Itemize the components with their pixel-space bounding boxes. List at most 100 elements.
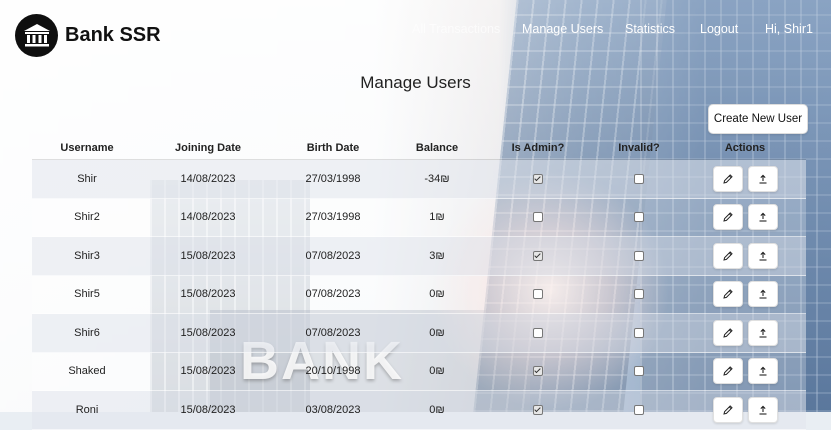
cell-username: Shir6	[74, 326, 100, 339]
is-admin-checkbox[interactable]	[533, 250, 543, 261]
cell-actions	[684, 165, 806, 192]
edit-user-button[interactable]	[712, 281, 743, 308]
cell-username: Shir3	[74, 249, 100, 262]
pencil-icon	[722, 173, 734, 185]
cell-invalid	[594, 211, 684, 223]
invalid-checkbox[interactable]	[634, 250, 644, 261]
upload-icon	[757, 211, 769, 223]
upload-icon	[757, 327, 769, 339]
cell-joining-date: 14/08/2023	[180, 211, 236, 224]
is-admin-checkbox[interactable]	[533, 366, 543, 377]
create-new-user-button[interactable]: Create New User	[708, 104, 808, 134]
cell-is-admin	[482, 288, 594, 300]
cell-joining-date: 15/08/2023	[180, 326, 236, 339]
cell-birth-date: 27/03/1998	[305, 172, 361, 185]
invalid-checkbox[interactable]	[634, 212, 644, 223]
bank-icon	[23, 23, 50, 46]
invalid-checkbox[interactable]	[634, 289, 644, 300]
table-header: Username Joining Date Birth Date Balance…	[32, 137, 806, 160]
nav-all-transactions[interactable]: All Transactions	[412, 22, 500, 36]
edit-user-button[interactable]	[712, 165, 743, 192]
upload-icon	[757, 288, 769, 300]
upload-user-button[interactable]	[747, 281, 778, 308]
cell-actions	[684, 281, 806, 308]
table-body: Shir 14/08/2023 27/03/1998 -34₪ Shir2 14/08/2…	[32, 160, 806, 430]
column-header-joining-date: Joining Date	[174, 142, 241, 154]
is-admin-checkbox[interactable]	[533, 173, 543, 184]
cell-is-admin	[482, 211, 594, 223]
cell-is-admin	[482, 365, 594, 377]
upload-user-button[interactable]	[747, 204, 778, 231]
nav-manage-users[interactable]: Manage Users	[522, 22, 603, 36]
column-header-invalid: Invalid?	[618, 142, 660, 154]
is-admin-checkbox[interactable]	[533, 212, 543, 223]
column-header-balance: Balance	[415, 142, 459, 154]
is-admin-checkbox[interactable]	[533, 327, 543, 338]
cell-balance: 1₪	[429, 211, 445, 224]
page-title: Manage Users	[360, 73, 471, 92]
cell-username: Shir5	[74, 288, 100, 301]
nav-statistics[interactable]: Statistics	[625, 22, 675, 36]
users-table: Username Joining Date Birth Date Balance…	[32, 137, 806, 430]
cell-balance: 0₪	[429, 365, 445, 378]
app-name[interactable]: Bank SSR	[65, 24, 161, 47]
cell-invalid	[594, 173, 684, 185]
cell-invalid	[594, 327, 684, 339]
cell-joining-date: 15/08/2023	[180, 403, 236, 416]
invalid-checkbox[interactable]	[634, 404, 644, 415]
column-header-birth-date: Birth Date	[306, 142, 360, 154]
pencil-icon	[722, 327, 734, 339]
pencil-icon	[722, 211, 734, 223]
edit-user-button[interactable]	[712, 358, 743, 385]
invalid-checkbox[interactable]	[634, 173, 644, 184]
upload-user-button[interactable]	[747, 396, 778, 423]
invalid-checkbox[interactable]	[634, 366, 644, 377]
pencil-icon	[722, 250, 734, 262]
pencil-icon	[722, 288, 734, 300]
cell-joining-date: 15/08/2023	[180, 365, 236, 378]
edit-user-button[interactable]	[712, 242, 743, 269]
cell-birth-date: 03/08/2023	[305, 403, 361, 416]
bank-logo[interactable]	[15, 14, 58, 57]
upload-user-button[interactable]	[747, 358, 778, 385]
table-row: Shir5 15/08/2023 07/08/2023 0₪	[32, 275, 806, 314]
cell-invalid	[594, 250, 684, 262]
table-row: Shir2 14/08/2023 27/03/1998 1₪	[32, 198, 806, 237]
cell-balance: -34₪	[424, 172, 450, 185]
edit-user-button[interactable]	[712, 319, 743, 346]
edit-user-button[interactable]	[712, 204, 743, 231]
cell-username: Shir2	[74, 211, 100, 224]
cell-is-admin	[482, 173, 594, 185]
cell-birth-date: 07/08/2023	[305, 326, 361, 339]
cell-username: Shir	[77, 172, 97, 185]
edit-user-button[interactable]	[712, 396, 743, 423]
cell-balance: 0₪	[429, 403, 445, 416]
upload-user-button[interactable]	[747, 242, 778, 269]
cell-actions	[684, 204, 806, 231]
upload-icon	[757, 365, 769, 377]
upload-icon	[757, 250, 769, 262]
upload-user-button[interactable]	[747, 165, 778, 192]
cell-is-admin	[482, 250, 594, 262]
invalid-checkbox[interactable]	[634, 327, 644, 338]
pencil-icon	[722, 404, 734, 416]
pencil-icon	[722, 365, 734, 377]
upload-icon	[757, 173, 769, 185]
cell-is-admin	[482, 404, 594, 416]
cell-is-admin	[482, 327, 594, 339]
table-row: Shaked 15/08/2023 20/10/1998 0₪	[32, 352, 806, 391]
upload-user-button[interactable]	[747, 319, 778, 346]
is-admin-checkbox[interactable]	[533, 404, 543, 415]
cell-birth-date: 27/03/1998	[305, 211, 361, 224]
nav-logout[interactable]: Logout	[700, 22, 738, 36]
cell-birth-date: 07/08/2023	[305, 288, 361, 301]
table-row: Roni 15/08/2023 03/08/2023 0₪	[32, 391, 806, 430]
cell-invalid	[594, 288, 684, 300]
cell-joining-date: 14/08/2023	[180, 172, 236, 185]
cell-birth-date: 20/10/1998	[305, 365, 361, 378]
column-header-is-admin: Is Admin?	[511, 142, 565, 154]
is-admin-checkbox[interactable]	[533, 289, 543, 300]
cell-birth-date: 07/08/2023	[305, 249, 361, 262]
cell-username: Roni	[75, 403, 99, 416]
table-row: Shir3 15/08/2023 07/08/2023 3₪	[32, 237, 806, 276]
